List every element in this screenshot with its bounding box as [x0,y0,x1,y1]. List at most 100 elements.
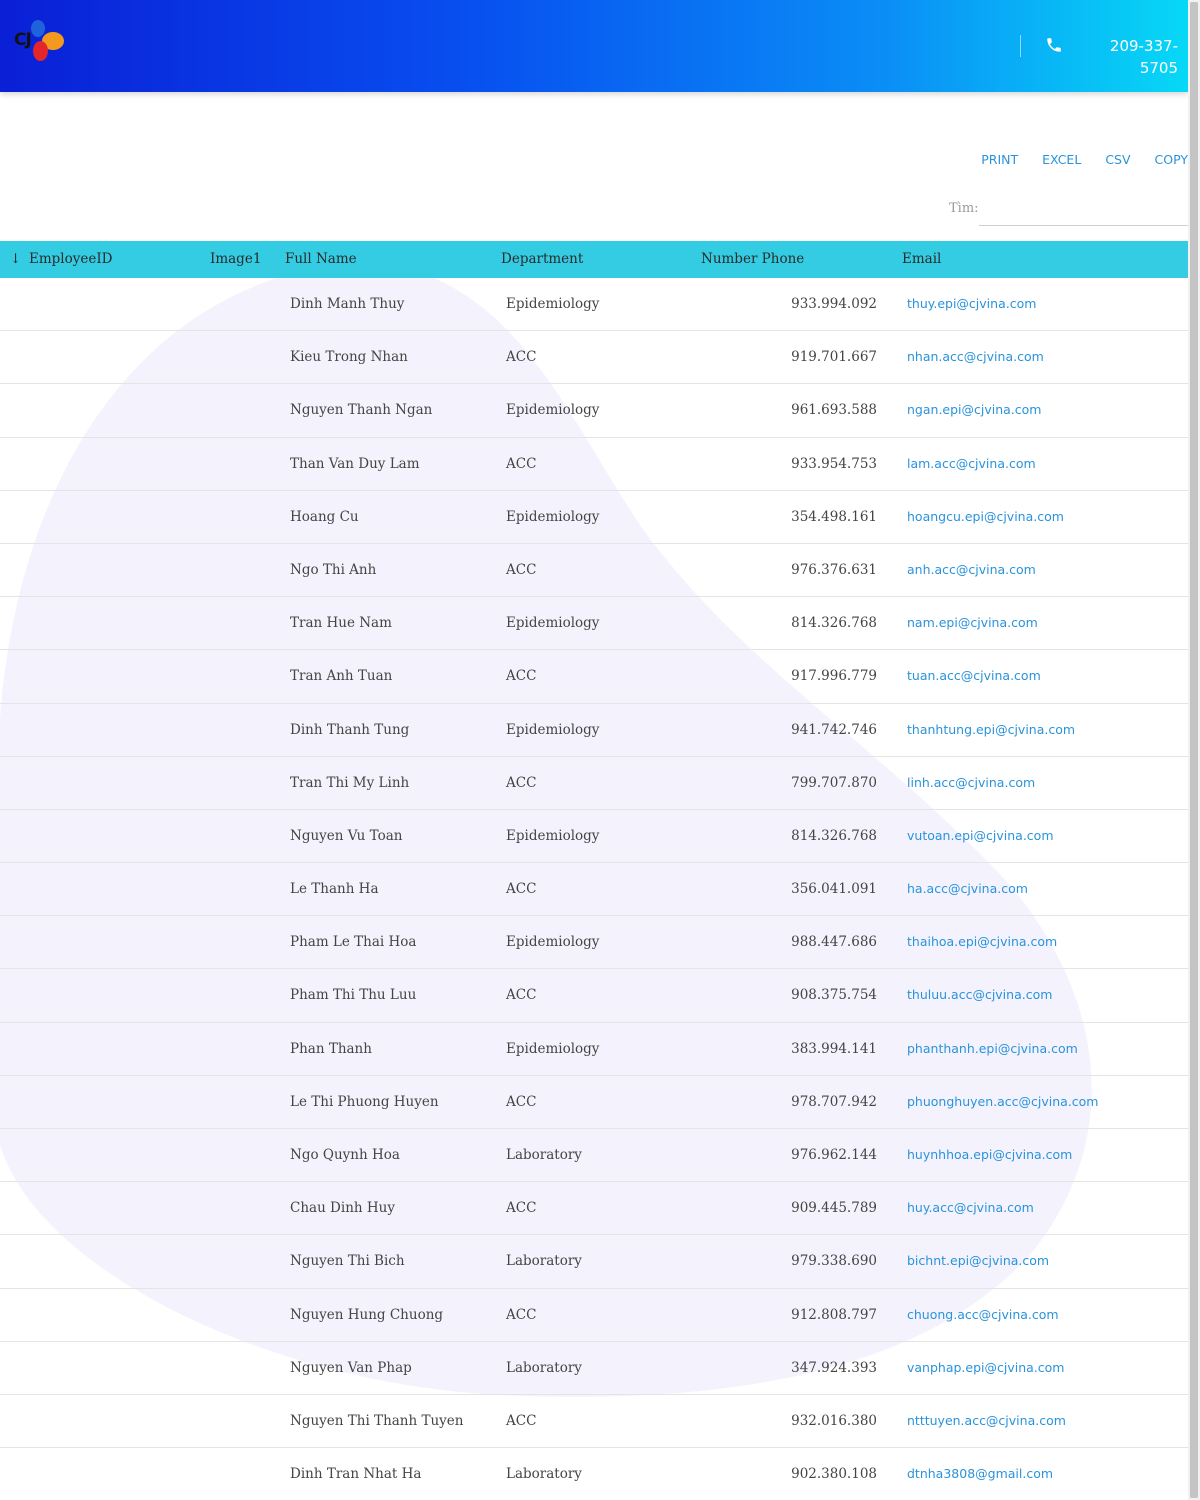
phone-cell: 908.375.754 [791,987,877,1004]
column-header-number-phone[interactable]: Number Phone [701,241,804,278]
table-row[interactable]: Nguyen Vu Toan Epidemiology 814.326.768 vut… [0,810,1188,864]
table-row[interactable]: Tran Thi My Linh ACC 799.707.870 linh.acc@c… [0,757,1188,810]
phone-cell: 978.707.942 [791,1093,877,1110]
email-link[interactable]: vanphap.epi@cjvina.com [907,1342,1064,1394]
copy-button[interactable]: COPY [1155,152,1188,167]
email-link[interactable]: phuonghuyen.acc@cjvina.com [907,1076,1099,1128]
full-name-cell: Tran Thi My Linh [290,774,410,791]
full-name-cell: Kieu Trong Nhan [290,349,408,366]
search-input[interactable] [979,196,1188,226]
full-name-cell: Pham Thi Thu Luu [290,987,417,1004]
column-header-full-name[interactable]: Full Name [285,241,357,278]
table-row[interactable]: Pham Le Thai Hoa Epidemiology 988.447.686 t… [0,916,1188,970]
email-link[interactable]: hoangcu.epi@cjvina.com [907,491,1064,543]
table-row[interactable]: Le Thi Phuong Huyen ACC 978.707.942 phuongh… [0,1076,1188,1129]
table-row[interactable]: Tran Hue Nam Epidemiology 814.326.768 nam.e… [0,597,1188,651]
department-cell: Laboratory [506,1466,582,1483]
email-link[interactable]: ntttuyen.acc@cjvina.com [907,1395,1066,1447]
table-row[interactable]: Ngo Thi Anh ACC 976.376.631 anh.acc@cjvina.… [0,544,1188,598]
table-row[interactable]: Le Thanh Ha ACC 356.041.091 ha.acc@cjvina.c… [0,863,1188,917]
table-row[interactable]: Dinh Thanh Tung Epidemiology 941.742.746 th… [0,704,1188,757]
table-row[interactable]: Pham Thi Thu Luu ACC 908.375.754 thuluu.acc… [0,969,1188,1023]
table-row[interactable]: Hoang Cu Epidemiology 354.498.161 hoangcu.e… [0,491,1188,544]
table-row[interactable]: Ngo Quynh Hoa Laboratory 976.962.144 huynhh… [0,1129,1188,1183]
phone-cell: 814.326.768 [791,827,877,844]
column-header-employee-id[interactable]: EmployeeID [29,241,113,278]
email-link[interactable]: phanthanh.epi@cjvina.com [907,1023,1078,1075]
header-phone-number[interactable]: 209-337-5705 [1078,35,1178,79]
table-row[interactable]: Dinh Tran Nhat Ha Laboratory 902.380.108 dt… [0,1448,1188,1500]
email-link[interactable]: nam.epi@cjvina.com [907,597,1038,649]
email-link[interactable]: ha.acc@cjvina.com [907,863,1028,915]
table-row[interactable]: Phan Thanh Epidemiology 383.994.141 phantha… [0,1023,1188,1076]
search-label: Tìm: [949,201,979,216]
full-name-cell: Tran Anh Tuan [290,668,393,685]
email-link[interactable]: vutoan.epi@cjvina.com [907,810,1054,862]
department-cell: Laboratory [506,1253,582,1270]
email-link[interactable]: bichnt.epi@cjvina.com [907,1235,1049,1287]
email-link[interactable]: chuong.acc@cjvina.com [907,1289,1059,1341]
column-header-email[interactable]: Email [902,241,941,278]
column-header-department[interactable]: Department [501,241,583,278]
phone-cell: 941.742.746 [791,721,877,738]
page-scrollbar[interactable] [1188,0,1200,1500]
phone-cell: 383.994.141 [791,1040,877,1057]
table-row[interactable]: Nguyen Thanh Ngan Epidemiology 961.693.588… [0,384,1188,438]
full-name-cell: Pham Le Thai Hoa [290,934,417,951]
cj-logo[interactable]: CJ [14,18,68,64]
table-row[interactable]: Nguyen Hung Chuong ACC 912.808.797 chuong.a… [0,1289,1188,1342]
phone-cell: 347.924.393 [791,1359,877,1376]
sort-arrow-icon[interactable]: ↓ [10,241,21,278]
email-link[interactable]: nhan.acc@cjvina.com [907,331,1044,383]
department-cell: Epidemiology [506,615,600,632]
department-cell: ACC [506,881,537,898]
email-link[interactable]: thuy.epi@cjvina.com [907,278,1036,330]
department-cell: Laboratory [506,1359,582,1376]
table-row[interactable]: Nguyen Thi Thanh Tuyen ACC 932.016.380 nttt… [0,1395,1188,1449]
full-name-cell: Ngo Quynh Hoa [290,1147,400,1163]
department-cell: ACC [506,987,537,1004]
phone-cell: 933.994.092 [791,296,877,312]
table-row[interactable]: Dinh Manh Thuy Epidemiology 933.994.092 thu… [0,278,1188,332]
email-link[interactable]: linh.acc@cjvina.com [907,757,1035,809]
scrollbar-thumb[interactable] [1190,2,1198,1498]
full-name-cell: Dinh Manh Thuy [290,296,405,312]
phone-cell: 912.808.797 [791,1306,877,1323]
table-row[interactable]: Than Van Duy Lam ACC 933.954.753 lam.acc@cj… [0,438,1188,491]
table-row[interactable]: Tran Anh Tuan ACC 917.996.779 tuan.acc@cjvi… [0,650,1188,704]
full-name-cell: Nguyen Hung Chuong [290,1306,444,1323]
email-link[interactable]: thuluu.acc@cjvina.com [907,969,1052,1021]
email-link[interactable]: dtnha3808@gmail.com [907,1448,1053,1500]
full-name-cell: Nguyen Thi Bich [290,1253,405,1270]
department-cell: Epidemiology [506,402,600,419]
phone-cell: 902.380.108 [791,1466,877,1483]
print-button[interactable]: PRINT [981,152,1018,167]
email-link[interactable]: thanhtung.epi@cjvina.com [907,704,1075,756]
department-cell: Epidemiology [506,1040,600,1057]
email-link[interactable]: tuan.acc@cjvina.com [907,650,1041,702]
email-link[interactable]: thaihoa.epi@cjvina.com [907,916,1057,968]
table-row[interactable]: Nguyen Thi Bich Laboratory 979.338.690 bich… [0,1235,1188,1289]
email-link[interactable]: anh.acc@cjvina.com [907,544,1036,596]
full-name-cell: Nguyen Van Phap [290,1359,412,1376]
excel-button[interactable]: EXCEL [1042,152,1081,167]
table-row[interactable]: Kieu Trong Nhan ACC 919.701.667 nhan.acc@cj… [0,331,1188,385]
table-row[interactable]: Nguyen Van Phap Laboratory 347.924.393 vanp… [0,1342,1188,1395]
full-name-cell: Tran Hue Nam [290,615,392,632]
email-link[interactable]: huynhhoa.epi@cjvina.com [907,1129,1072,1181]
email-link[interactable]: ngan.epi@cjvina.com [907,384,1041,436]
table-header: ↓ EmployeeID Image1 Full Name Department… [0,241,1188,278]
column-header-image[interactable]: Image1 [210,241,261,278]
logo-red-dot [33,41,48,61]
full-name-cell: Nguyen Thi Thanh Tuyen [290,1412,464,1429]
full-name-cell: Chau Dinh Huy [290,1200,395,1217]
phone-cell: 933.954.753 [791,455,877,472]
email-link[interactable]: lam.acc@cjvina.com [907,438,1036,490]
csv-button[interactable]: CSV [1105,152,1130,167]
full-name-cell: Dinh Tran Nhat Ha [290,1466,422,1483]
full-name-cell: Ngo Thi Anh [290,561,377,578]
email-link[interactable]: huy.acc@cjvina.com [907,1182,1034,1234]
table-row[interactable]: Chau Dinh Huy ACC 909.445.789 huy.acc@cjvin… [0,1182,1188,1236]
department-cell: ACC [506,1093,537,1110]
phone-cell: 919.701.667 [791,349,877,366]
